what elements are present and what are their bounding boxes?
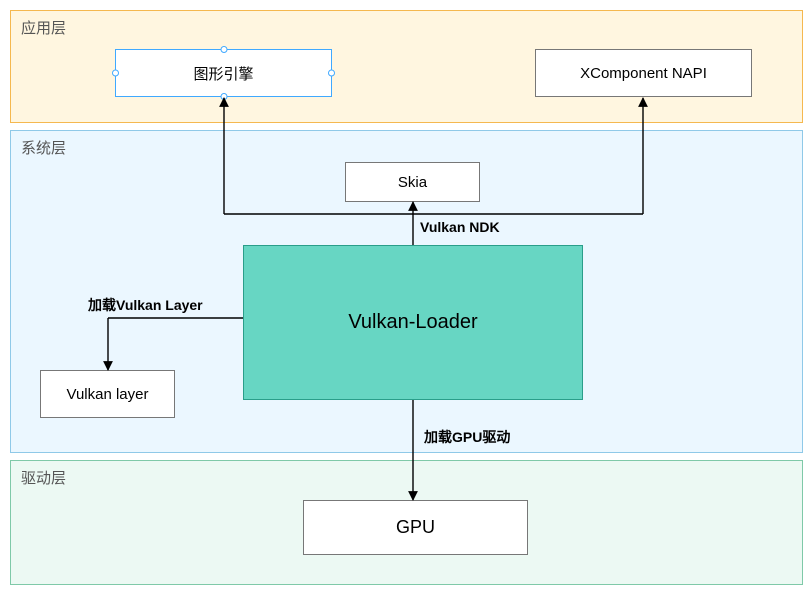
node-skia-label: Skia <box>398 174 427 191</box>
node-gpu[interactable]: GPU <box>303 500 528 555</box>
edge-label-load-layer: 加载Vulkan Layer <box>88 295 203 315</box>
layer-system-title: 系统层 <box>21 137 66 158</box>
layer-driver-title: 驱动层 <box>21 467 66 488</box>
node-vulkan-layer[interactable]: Vulkan layer <box>40 370 175 418</box>
node-skia[interactable]: Skia <box>345 162 480 202</box>
node-graphics-engine-label: 图形引擎 <box>193 63 253 84</box>
node-vulkan-layer-label: Vulkan layer <box>67 386 149 403</box>
node-gpu-label: GPU <box>396 517 435 538</box>
edge-label-load-driver: 加载GPU驱动 <box>424 427 510 447</box>
node-vulkan-loader-label: Vulkan-Loader <box>348 311 477 334</box>
node-vulkan-loader[interactable]: Vulkan-Loader <box>243 245 583 400</box>
layer-app-title: 应用层 <box>21 17 66 38</box>
node-xcomponent-napi-label: XComponent NAPI <box>580 65 707 82</box>
node-graphics-engine[interactable]: 图形引擎 <box>115 49 332 97</box>
node-xcomponent-napi[interactable]: XComponent NAPI <box>535 49 752 97</box>
edge-label-vulkan-ndk: Vulkan NDK <box>420 219 500 235</box>
